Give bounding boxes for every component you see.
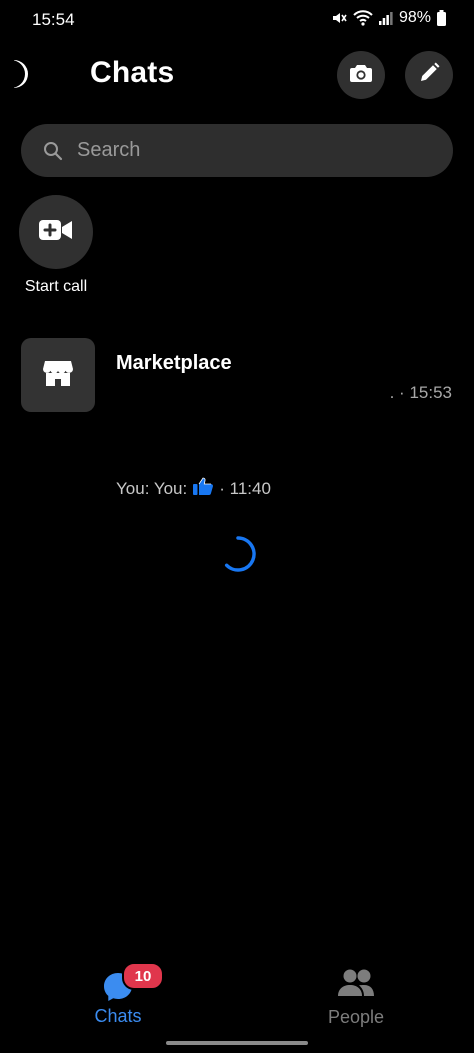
chat-preview[interactable]: You: You: · 11:40 [116,477,271,500]
battery-icon [437,10,446,26]
chat-preview-time: · 11:40 [219,478,271,498]
wifi-icon [353,10,373,26]
signal-icon [378,10,393,26]
compose-button[interactable] [405,51,453,99]
people-icon [337,968,375,1003]
chat-name: Marketplace [116,352,232,374]
marketplace-avatar [21,338,95,412]
search-icon [43,141,63,161]
nav-people-label: People [327,1007,385,1027]
page-title: Chats [90,56,175,89]
start-call-label: Start call [24,278,88,295]
pencil-icon [418,62,440,89]
status-icons: 98% [331,9,446,27]
camera-icon [349,62,373,89]
mute-icon [331,10,347,26]
camera-button[interactable] [337,51,385,99]
chat-row-marketplace[interactable]: Marketplace . · 15:53 [0,330,474,420]
video-call-add-icon [39,219,73,246]
home-indicator[interactable] [166,1041,308,1045]
start-call-circle[interactable] [19,195,93,269]
unread-badge: 10 [122,962,164,990]
chat-time: . · 15:53 [390,383,452,403]
chat-preview-text: You: You: [116,478,188,498]
profile-avatar[interactable] [14,60,28,88]
storefront-icon [43,359,73,392]
start-call-button[interactable]: Start call [18,195,94,297]
battery-percent: 98% [398,9,431,26]
chat-time-value: 15:53 [409,383,452,402]
search-input[interactable] [77,139,407,162]
nav-chats-label: Chats [94,1006,142,1026]
thumbs-up-icon [187,477,219,500]
time-separator: . · [389,383,410,402]
search-bar[interactable] [21,124,453,177]
status-time: 15:54 [32,10,75,29]
nav-people-tab[interactable]: People [318,968,394,1028]
loading-spinner [219,535,257,573]
